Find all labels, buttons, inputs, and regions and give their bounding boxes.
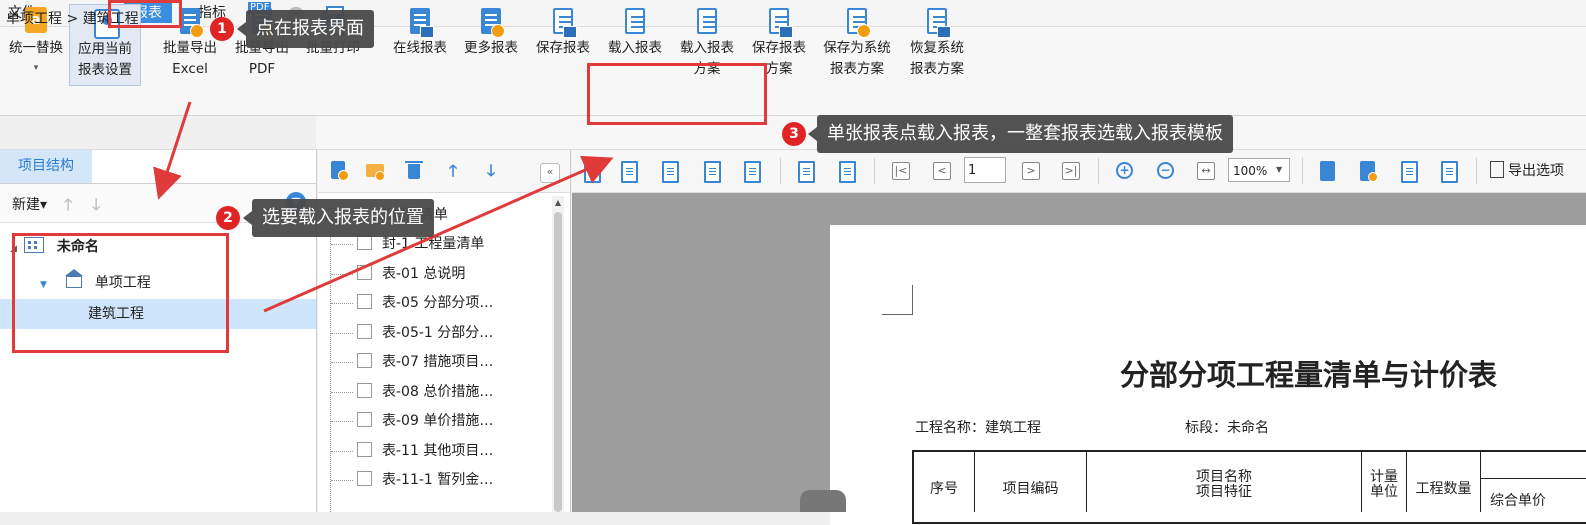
chevron-down-icon[interactable]: ▼ [1276, 165, 1282, 174]
online-report-icon [406, 6, 434, 38]
save-system-scheme-button[interactable]: 保存为系统 报表方案 [822, 4, 892, 84]
page-icon[interactable] [794, 160, 816, 183]
table-header-cell: 项目编码 [975, 450, 1087, 512]
highlight-report-menu [108, 0, 182, 28]
report-checkbox[interactable] [357, 324, 372, 339]
fit-width-icon[interactable]: ↔ [1195, 160, 1217, 182]
toolbar-separator [1476, 158, 1477, 184]
report-item[interactable]: 表-11 其他项目… [318, 437, 554, 467]
report-checkbox[interactable] [357, 412, 372, 427]
project-name-label: 工程名称：建筑工程 [915, 420, 1041, 436]
highlight-tree-location [12, 233, 229, 353]
report-item[interactable]: 表-07 措施项目… [318, 348, 554, 378]
report-title: 分部分项工程量清单与计价表 [1120, 358, 1498, 392]
export-options-button[interactable]: 导出选项 [1490, 160, 1564, 180]
table-header-cell: 工程数量 [1407, 450, 1481, 512]
report-list-toolbar: 🡑 🡓 « [318, 150, 570, 193]
format-icon[interactable] [658, 160, 680, 183]
edit-sheet-icon[interactable] [740, 160, 762, 183]
delete-icon[interactable] [404, 161, 424, 181]
add-report-icon[interactable] [328, 161, 349, 181]
move-up-icon[interactable]: 🡑 [443, 161, 463, 181]
report-item[interactable]: 表-09 单价措施… [318, 407, 554, 437]
copy-page-icon[interactable] [835, 160, 857, 183]
add-folder-icon[interactable] [365, 161, 385, 181]
report-item[interactable]: 表-11-1 暂列金… [318, 466, 554, 496]
toolbar-separator [1302, 158, 1303, 184]
tab-project-structure[interactable]: 项目结构 [0, 150, 92, 183]
step-badge-1: 1 [210, 17, 234, 41]
step-callout-2: 选要载入报表的位置 [243, 199, 434, 237]
next-page-icon[interactable]: > [1020, 160, 1042, 182]
load-scheme-icon [693, 6, 721, 38]
edit-icon[interactable] [617, 160, 639, 183]
prev-page-icon[interactable]: < [931, 160, 953, 182]
collapse-left-icon[interactable]: « [540, 163, 560, 183]
table-header-cell: 序号 [914, 450, 975, 512]
zoom-out-icon[interactable]: − [1155, 160, 1177, 182]
step-badge-3: 3 [782, 122, 806, 146]
scroll-up-icon[interactable]: ▲ [552, 198, 564, 208]
first-page-icon[interactable]: |< [890, 160, 912, 182]
table-header-cell: 计量 单位 [1362, 450, 1407, 512]
report-checkbox[interactable] [357, 265, 372, 280]
document-icon [1490, 161, 1504, 178]
export-report-icon[interactable] [1316, 160, 1338, 182]
margin-corner-mark [882, 285, 913, 315]
report-checkbox[interactable] [357, 383, 372, 398]
report-checkbox[interactable] [357, 353, 372, 368]
report-design-icon[interactable] [580, 160, 602, 183]
scrollbar-thumb[interactable] [554, 212, 562, 512]
new-button[interactable]: 新建▾ [12, 194, 47, 214]
load-report-icon [621, 6, 649, 38]
table-header-cell: 综合单价 [1490, 493, 1546, 509]
toolbar-separator [874, 158, 875, 184]
move-up-icon[interactable]: 🡑 [64, 194, 72, 221]
move-down-icon[interactable]: 🡓 [481, 161, 501, 181]
more-reports-icon [477, 6, 505, 38]
export-pdf-icon[interactable] [1437, 160, 1459, 183]
report-item[interactable]: 表-08 总价措施… [318, 378, 554, 408]
restore-system-scheme-button[interactable]: 恢复系统 报表方案 [902, 4, 972, 84]
last-page-icon[interactable]: >| [1060, 160, 1082, 182]
report-item[interactable]: 表-05-1 分部分… [318, 319, 554, 349]
save-report-icon [549, 6, 577, 38]
report-checkbox[interactable] [357, 294, 372, 309]
export-word-icon[interactable] [1397, 160, 1419, 183]
toolbar-separator [780, 158, 781, 184]
report-checkbox[interactable] [357, 235, 372, 250]
step-callout-3: 单张报表点载入报表，一整套报表选载入报表模板 [808, 115, 1233, 153]
save-scheme-icon [765, 6, 793, 38]
floating-settings-tab[interactable] [800, 490, 846, 512]
section-name-label: 标段：未命名 [1185, 420, 1269, 436]
report-item[interactable]: 表-01 总说明 [318, 260, 554, 290]
zoom-in-icon[interactable]: + [1114, 160, 1136, 182]
page-number-input[interactable]: 1 [964, 157, 1006, 183]
online-report-button[interactable]: 在线报表 [385, 4, 455, 84]
export-excel-icon[interactable] [1356, 160, 1378, 182]
table-rule [1481, 478, 1586, 479]
step-callout-1: 点在报表界面 [237, 10, 374, 48]
highlight-load-buttons [587, 63, 767, 125]
step-badge-2: 2 [216, 206, 240, 230]
report-item[interactable]: 表-05 分部分项… [318, 289, 554, 319]
move-down-icon[interactable]: 🡓 [92, 194, 100, 221]
report-checkbox[interactable] [357, 442, 372, 457]
more-reports-button[interactable]: 更多报表 [456, 4, 526, 84]
restore-scheme-icon [923, 6, 951, 38]
table-header-cell: 项目名称 项目特征 [1087, 450, 1362, 512]
save-system-scheme-icon [843, 6, 871, 38]
hatch-icon[interactable] [700, 160, 722, 183]
report-checkbox[interactable] [357, 471, 372, 486]
toolbar-separator [1098, 158, 1099, 184]
breadcrumb-bar [0, 116, 316, 150]
